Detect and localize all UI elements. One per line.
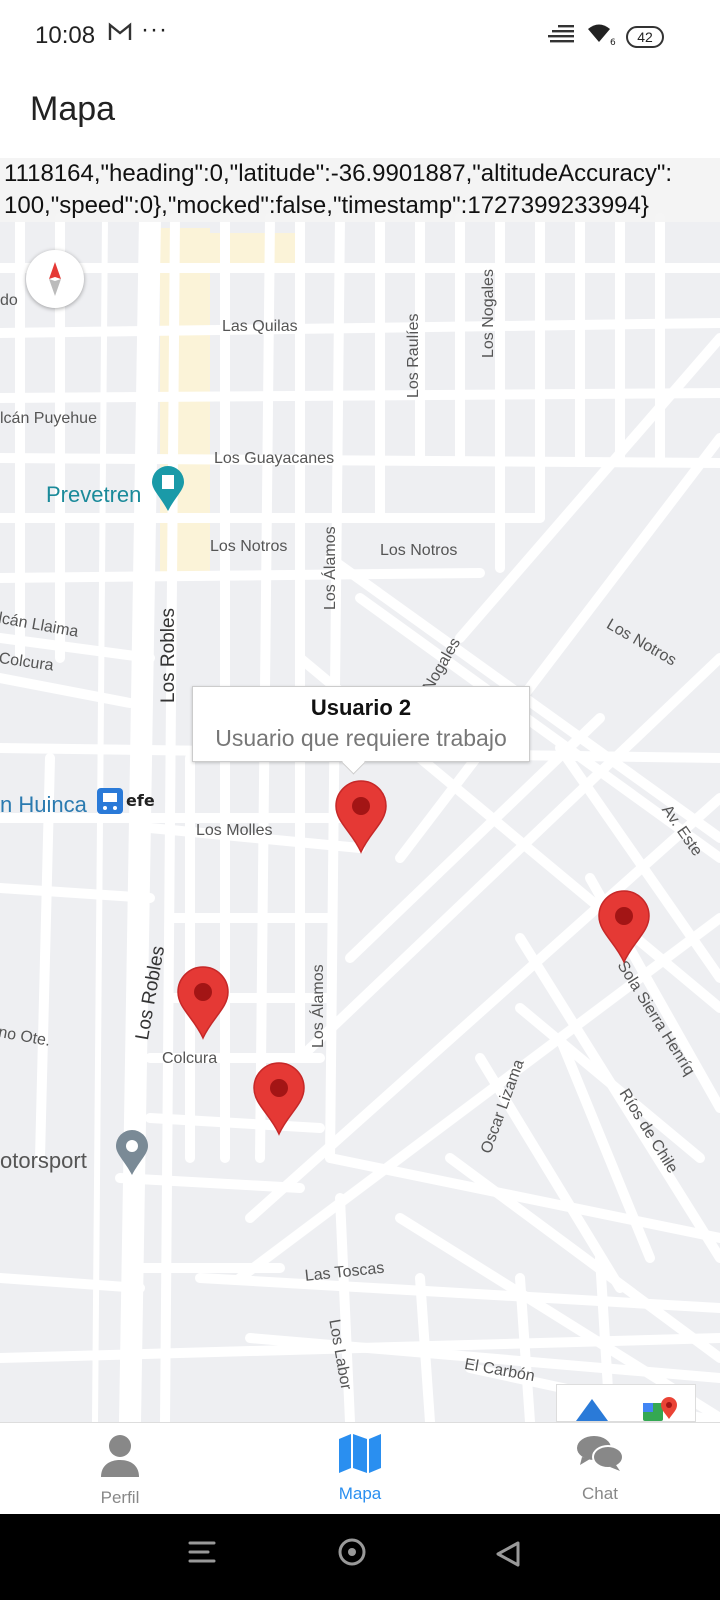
map-marker[interactable] [176,966,230,1040]
street-label: Los Álamos [310,964,327,1048]
street-label: Los Robles [158,607,179,703]
tab-chat-label: Chat [582,1484,618,1503]
marker-info-window[interactable]: Usuario 2 Usuario que requiere trabajo [192,686,530,762]
directions-button[interactable] [557,1385,626,1421]
street-label: Los Guayacanes [214,450,335,467]
info-window-description: Usuario que requiere trabajo [215,725,507,751]
system-navigation-bar [0,1514,720,1600]
page-title: Mapa [30,90,116,128]
status-bar: 10:08 ··· 6 42 [0,0,720,72]
status-indicators: 6 42 [548,22,664,51]
poi-pin-icon[interactable] [114,1130,150,1181]
map-marker[interactable] [252,1062,306,1136]
wifi-icon: 6 [586,22,616,51]
directions-icon [575,1399,608,1421]
compass-icon [49,262,61,296]
location-debug-text: 1118164,"heading":0,"latitude":-36.99018… [0,158,720,222]
menu-icon [188,1541,216,1563]
gmail-icon [108,22,132,47]
map-icon [339,1434,381,1473]
recent-apps-button[interactable] [188,1540,216,1569]
svg-text:efe: efe [126,791,155,810]
person-icon [101,1435,139,1477]
debug-line-2: 100,"speed":0},"mocked":false,"timestamp… [4,192,649,219]
map-marker[interactable] [597,890,651,964]
map-marker-usuario-2[interactable] [334,780,388,854]
street-label: Los Nogales [480,269,497,358]
signal-icon [548,23,576,50]
back-button[interactable] [494,1540,522,1573]
poi-prevetren-label[interactable]: Prevetren [46,482,141,508]
more-notifications-icon: ··· [141,16,168,43]
poi-tower-icon[interactable] [150,466,186,517]
street-label: Las Quilas [222,318,298,335]
compass-button[interactable] [26,250,84,308]
info-window-title: Usuario 2 [310,695,412,720]
street-label: Los Notros [380,542,458,559]
tab-perfil[interactable]: Perfil [0,1423,240,1514]
street-label: Los Molles [196,822,273,839]
status-time: 10:08 [35,22,96,49]
home-circle-icon [338,1538,366,1566]
street-label: lcán Puyehue [0,410,97,427]
home-button[interactable] [336,1536,368,1573]
street-label: Los Notros [210,538,288,555]
street-label: do [0,292,18,309]
tab-mapa[interactable]: Mapa [240,1423,480,1514]
bottom-navigation: Perfil Mapa Chat [0,1422,720,1514]
tab-perfil-label: Perfil [100,1488,140,1507]
poi-motorsport-label[interactable]: otorsport [0,1148,87,1174]
google-maps-icon [642,1397,677,1421]
svg-text:6: 6 [610,38,616,46]
tab-mapa-label: Mapa [338,1484,382,1503]
street-label: Los Álamos [322,526,339,610]
street-label: Los Raulíes [405,313,422,399]
map-toolbar [556,1384,696,1422]
back-triangle-icon [496,1541,520,1567]
open-google-maps-button[interactable] [626,1385,695,1421]
street-label: Colcura [162,1050,218,1067]
debug-line-1: 1118164,"heading":0,"latitude":-36.99018… [4,160,673,187]
tab-chat[interactable]: Chat [480,1423,720,1514]
app-header: Mapa [0,72,720,160]
poi-huinca-label[interactable]: n Huinca [0,792,87,818]
train-station-icon[interactable]: efe [95,786,155,821]
battery-icon: 42 [626,25,664,48]
chat-icon [577,1436,624,1471]
